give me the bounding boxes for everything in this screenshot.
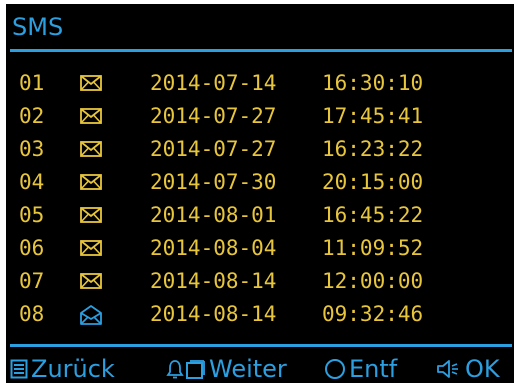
- envelope-closed-icon: [80, 74, 102, 92]
- message-number: 01: [19, 71, 45, 95]
- back-softkey[interactable]: Zurück: [10, 353, 115, 383]
- message-date: 2014-07-30: [150, 170, 277, 194]
- envelope-closed-icon: [80, 272, 102, 290]
- envelope-closed-icon: [80, 206, 102, 224]
- envelope-closed-icon: [80, 173, 102, 191]
- next-softkey[interactable]: Weiter: [166, 353, 287, 383]
- envelope-closed-icon: [80, 239, 102, 257]
- ok-label: OK: [465, 355, 500, 383]
- list-item[interactable]: 02 2014-07-27 17:45:41: [6, 100, 514, 133]
- delete-label: Entf: [349, 355, 398, 383]
- message-number: 02: [19, 104, 45, 128]
- footer-divider: [10, 344, 512, 347]
- envelope-open-icon: [80, 305, 102, 325]
- message-date: 2014-07-14: [150, 71, 277, 95]
- message-date: 2014-07-27: [150, 137, 277, 161]
- message-date: 2014-08-04: [150, 236, 277, 260]
- list-item[interactable]: 05 2014-08-01 16:45:22: [6, 199, 514, 232]
- envelope-closed-icon: [80, 107, 102, 125]
- message-time: 12:00:00: [322, 269, 424, 293]
- list-item[interactable]: 08 2014-08-14 09:32:46: [6, 298, 514, 331]
- message-time: 16:23:22: [322, 137, 424, 161]
- message-time: 16:45:22: [322, 203, 424, 227]
- message-date: 2014-08-14: [150, 302, 277, 326]
- message-number: 08: [19, 302, 45, 326]
- message-number: 07: [19, 269, 45, 293]
- header-divider: [10, 49, 512, 52]
- message-time: 11:09:52: [322, 236, 424, 260]
- bell-square-icon: [166, 360, 205, 379]
- delete-softkey[interactable]: Entf: [324, 353, 397, 383]
- menu-list-icon: [10, 359, 28, 379]
- envelope-closed-icon: [80, 140, 102, 158]
- message-number: 06: [19, 236, 45, 260]
- message-number: 03: [19, 137, 45, 161]
- message-time: 16:30:10: [322, 71, 424, 95]
- back-label: Zurück: [31, 355, 115, 383]
- message-time: 20:15:00: [322, 170, 424, 194]
- message-time: 09:32:46: [322, 302, 424, 326]
- softkey-bar: Zurück Weiter Entf OK: [6, 353, 514, 383]
- circle-icon: [325, 359, 345, 379]
- message-number: 05: [19, 203, 45, 227]
- list-item[interactable]: 07 2014-08-14 12:00:00: [6, 265, 514, 298]
- page-title: SMS: [12, 13, 64, 41]
- message-date: 2014-08-14: [150, 269, 277, 293]
- list-item[interactable]: 03 2014-07-27 16:23:22: [6, 133, 514, 166]
- message-list: 01 2014-07-14 16:30:10 02 2014-07-27 17:…: [6, 67, 514, 331]
- list-item[interactable]: 04 2014-07-30 20:15:00: [6, 166, 514, 199]
- list-item[interactable]: 01 2014-07-14 16:30:10: [6, 67, 514, 100]
- speaker-icon: [437, 360, 458, 378]
- message-date: 2014-07-27: [150, 104, 277, 128]
- ok-softkey[interactable]: OK: [436, 353, 500, 383]
- message-time: 17:45:41: [322, 104, 424, 128]
- sms-screen: SMS 01 2014-07-14 16:30:10 02 2014-07-27…: [6, 4, 514, 383]
- message-date: 2014-08-01: [150, 203, 277, 227]
- next-label: Weiter: [209, 355, 287, 383]
- message-number: 04: [19, 170, 45, 194]
- list-item[interactable]: 06 2014-08-04 11:09:52: [6, 232, 514, 265]
